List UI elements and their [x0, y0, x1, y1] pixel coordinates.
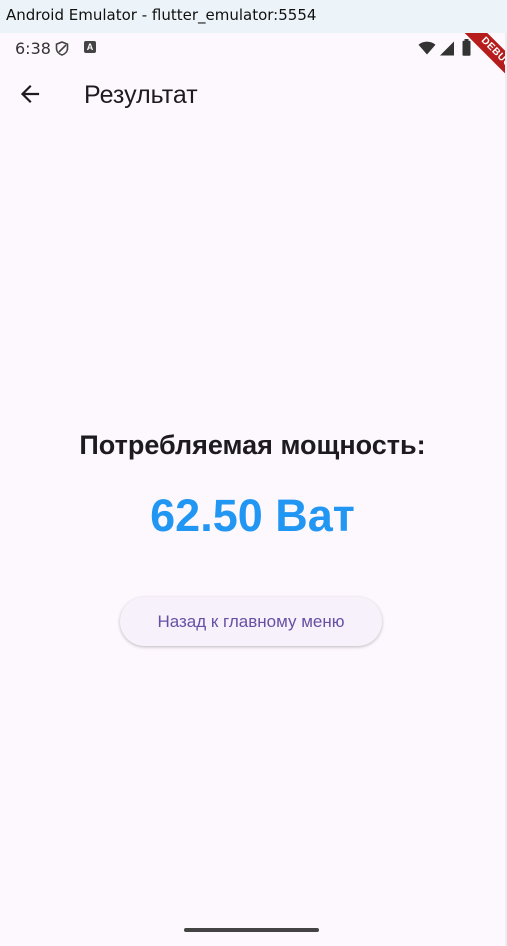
debug-banner-label: DEBUG [458, 33, 505, 91]
window-title: Android Emulator - flutter_emulator:5554 [6, 6, 317, 24]
result-label: Потребляемая мощность: [79, 430, 426, 460]
wifi-icon [418, 41, 436, 60]
status-bar: 6:38 A [0, 33, 505, 63]
shield-icon [55, 41, 69, 61]
page-title: Результат [84, 81, 198, 109]
back-button[interactable] [8, 74, 52, 118]
debug-banner: DEBUG [445, 33, 505, 93]
home-indicator[interactable] [184, 928, 319, 932]
arrow-back-icon [18, 82, 42, 111]
result-value: 62.50 Ват [150, 490, 355, 541]
status-time: 6:38 [15, 39, 51, 58]
a-notification-icon: A [84, 41, 96, 53]
window-title-bar: Android Emulator - flutter_emulator:5554 [0, 0, 507, 33]
app-bar: Результат [0, 63, 505, 129]
back-to-menu-button[interactable]: Назад к главному меню [120, 597, 382, 646]
